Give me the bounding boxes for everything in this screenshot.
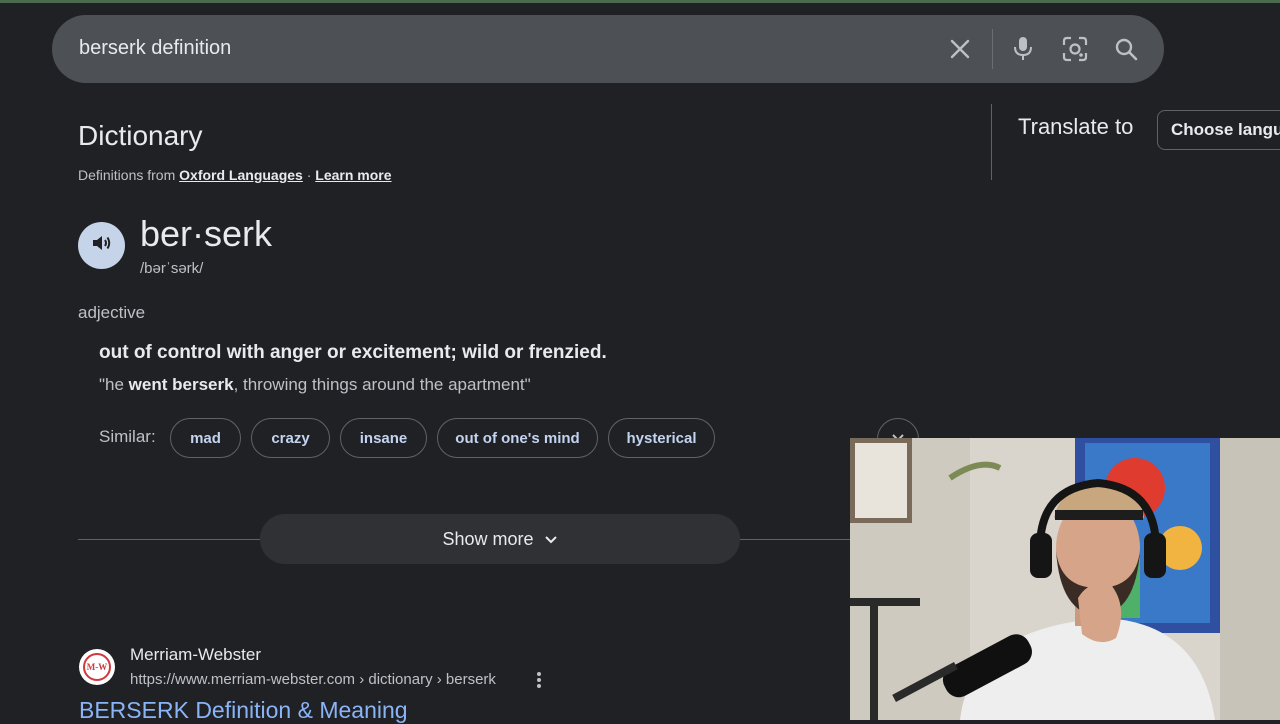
result-url[interactable]: https://www.merriam-webster.com › dictio… xyxy=(130,671,496,688)
show-more-button[interactable]: Show more xyxy=(260,514,740,564)
learn-more-link[interactable]: Learn more xyxy=(315,167,391,183)
pronunciation-button[interactable] xyxy=(78,222,125,269)
example-open: "he xyxy=(99,375,129,394)
similar-chip-mad[interactable]: mad xyxy=(170,418,241,458)
translate-label: Translate to xyxy=(1018,114,1134,139)
language-select[interactable]: Choose language xyxy=(1157,110,1280,150)
similar-chip-insane[interactable]: insane xyxy=(340,418,427,458)
source-prefix: Definitions from xyxy=(78,167,176,183)
dictionary-source: Definitions from Oxford Languages · Lear… xyxy=(78,167,392,183)
chevron-down-icon xyxy=(544,529,558,550)
result-site-name[interactable]: Merriam-Webster xyxy=(130,645,261,665)
similar-label: Similar: xyxy=(99,427,156,446)
similar-chip-out-of-ones-mind[interactable]: out of one's mind xyxy=(437,418,598,458)
search-divider xyxy=(992,29,993,69)
source-separator: · xyxy=(306,167,312,183)
example-bold: went berserk xyxy=(128,375,234,394)
webcam-person-illustration xyxy=(850,438,1280,720)
phonetic-spelling: /bərˈsərk/ xyxy=(140,260,204,277)
part-of-speech: adjective xyxy=(78,303,146,322)
webcam-overlay xyxy=(850,438,1280,720)
search-icon[interactable] xyxy=(1112,35,1140,63)
favicon-mark: M-W xyxy=(83,653,111,681)
more-vert-icon[interactable] xyxy=(530,669,548,691)
similar-chip-crazy[interactable]: crazy xyxy=(251,418,330,458)
top-accent-line xyxy=(0,0,1280,3)
definition-text: out of control with anger or excitement;… xyxy=(99,342,607,363)
search-bar[interactable]: berserk definition xyxy=(52,15,1164,83)
divider-right xyxy=(740,539,850,540)
oxford-languages-link[interactable]: Oxford Languages xyxy=(179,167,303,183)
example-sentence: "he went berserk, throwing things around… xyxy=(99,375,531,395)
divider-left xyxy=(78,539,260,540)
close-icon[interactable] xyxy=(946,35,974,63)
dictionary-heading: Dictionary xyxy=(78,120,203,151)
camera-lens-icon[interactable] xyxy=(1061,35,1089,63)
example-rest: , throwing things around the apartment" xyxy=(233,375,531,394)
similar-chip-hysterical[interactable]: hysterical xyxy=(608,418,715,458)
headword: ber·serk xyxy=(140,213,273,254)
search-input[interactable]: berserk definition xyxy=(79,37,231,60)
merriam-webster-favicon: M-W xyxy=(79,649,115,685)
translate-divider xyxy=(991,104,992,180)
mic-icon[interactable] xyxy=(1009,35,1037,63)
show-more-label: Show more xyxy=(442,528,534,549)
speaker-icon xyxy=(90,231,114,260)
